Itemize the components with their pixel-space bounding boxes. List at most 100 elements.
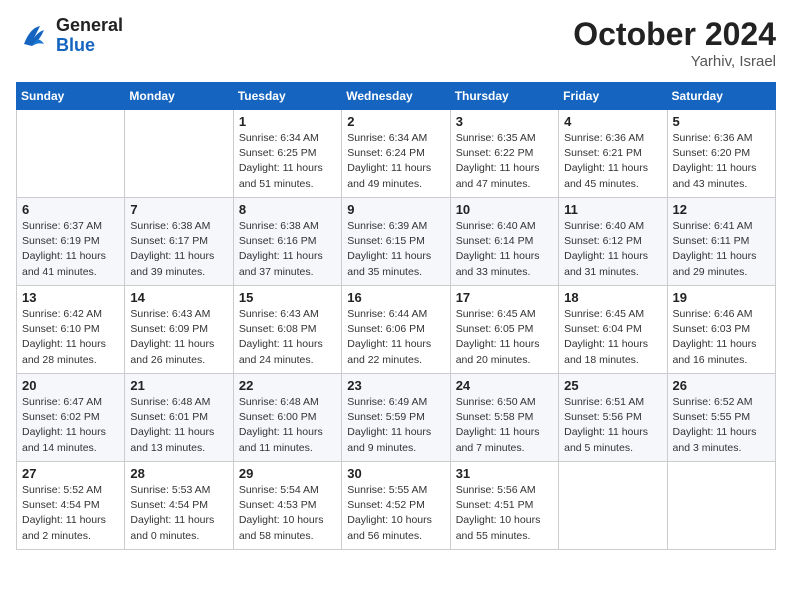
day-number: 4 [564, 114, 661, 129]
month-title: October 2024 [573, 16, 776, 53]
calendar-cell: 9 Sunrise: 6:39 AM Sunset: 6:15 PM Daylig… [342, 198, 450, 286]
day-number: 12 [673, 202, 770, 217]
day-number: 6 [22, 202, 119, 217]
calendar-cell [17, 110, 125, 198]
calendar-cell: 26 Sunrise: 6:52 AM Sunset: 5:55 PM Dayli… [667, 374, 775, 462]
day-number: 28 [130, 466, 227, 481]
day-detail: Sunrise: 6:36 AM Sunset: 6:21 PM Dayligh… [564, 131, 661, 192]
day-detail: Sunrise: 5:56 AM Sunset: 4:51 PM Dayligh… [456, 483, 553, 544]
day-detail: Sunrise: 6:38 AM Sunset: 6:16 PM Dayligh… [239, 219, 336, 280]
calendar-cell: 13Sunrise: 6:42 AM Sunset: 6:10 PM Dayli… [17, 286, 125, 374]
day-detail: Sunrise: 6:52 AM Sunset: 5:55 PM Dayligh… [673, 395, 770, 456]
day-number: 24 [456, 378, 553, 393]
day-detail: Sunrise: 6:38 AM Sunset: 6:17 PM Dayligh… [130, 219, 227, 280]
day-detail: Sunrise: 6:37 AM Sunset: 6:19 PM Dayligh… [22, 219, 119, 280]
day-detail: Sunrise: 5:53 AM Sunset: 4:54 PM Dayligh… [130, 483, 227, 544]
calendar-cell: 22 Sunrise: 6:48 AM Sunset: 6:00 PM Dayli… [233, 374, 341, 462]
day-number: 17 [456, 290, 553, 305]
calendar-cell: 29 Sunrise: 5:54 AM Sunset: 4:53 PM Dayli… [233, 462, 341, 550]
calendar-cell: 20Sunrise: 6:47 AM Sunset: 6:02 PM Dayli… [17, 374, 125, 462]
day-detail: Sunrise: 6:44 AM Sunset: 6:06 PM Dayligh… [347, 307, 444, 368]
calendar-cell: 4 Sunrise: 6:36 AM Sunset: 6:21 PM Daylig… [559, 110, 667, 198]
day-number: 18 [564, 290, 661, 305]
day-number: 11 [564, 202, 661, 217]
day-detail: Sunrise: 6:43 AM Sunset: 6:09 PM Dayligh… [130, 307, 227, 368]
logo: General Blue [16, 16, 123, 56]
day-header-row: SundayMondayTuesdayWednesdayThursdayFrid… [17, 83, 776, 110]
calendar-table: SundayMondayTuesdayWednesdayThursdayFrid… [16, 82, 776, 550]
day-number: 2 [347, 114, 444, 129]
calendar-week-row: 6 Sunrise: 6:37 AM Sunset: 6:19 PM Daylig… [17, 198, 776, 286]
calendar-cell: 8Sunrise: 6:38 AM Sunset: 6:16 PM Daylig… [233, 198, 341, 286]
day-number: 22 [239, 378, 336, 393]
day-detail: Sunrise: 6:40 AM Sunset: 6:14 PM Dayligh… [456, 219, 553, 280]
day-detail: Sunrise: 6:40 AM Sunset: 6:12 PM Dayligh… [564, 219, 661, 280]
day-detail: Sunrise: 6:36 AM Sunset: 6:20 PM Dayligh… [673, 131, 770, 192]
calendar-cell: 2 Sunrise: 6:34 AM Sunset: 6:24 PM Daylig… [342, 110, 450, 198]
calendar-cell: 28 Sunrise: 5:53 AM Sunset: 4:54 PM Dayli… [125, 462, 233, 550]
day-detail: Sunrise: 5:55 AM Sunset: 4:52 PM Dayligh… [347, 483, 444, 544]
day-detail: Sunrise: 6:34 AM Sunset: 6:25 PM Dayligh… [239, 131, 336, 192]
calendar-cell: 12 Sunrise: 6:41 AM Sunset: 6:11 PM Dayli… [667, 198, 775, 286]
calendar-week-row: 20Sunrise: 6:47 AM Sunset: 6:02 PM Dayli… [17, 374, 776, 462]
day-number: 29 [239, 466, 336, 481]
calendar-cell: 31 Sunrise: 5:56 AM Sunset: 4:51 PM Dayli… [450, 462, 558, 550]
logo-general-text: General [56, 16, 123, 36]
title-block: October 2024 Yarhiv, Israel [573, 16, 776, 70]
day-detail: Sunrise: 6:43 AM Sunset: 6:08 PM Dayligh… [239, 307, 336, 368]
day-detail: Sunrise: 6:41 AM Sunset: 6:11 PM Dayligh… [673, 219, 770, 280]
day-number: 10 [456, 202, 553, 217]
calendar-cell: 14 Sunrise: 6:43 AM Sunset: 6:09 PM Dayli… [125, 286, 233, 374]
day-number: 25 [564, 378, 661, 393]
day-detail: Sunrise: 6:49 AM Sunset: 5:59 PM Dayligh… [347, 395, 444, 456]
day-detail: Sunrise: 5:52 AM Sunset: 4:54 PM Dayligh… [22, 483, 119, 544]
day-detail: Sunrise: 6:48 AM Sunset: 6:01 PM Dayligh… [130, 395, 227, 456]
day-number: 26 [673, 378, 770, 393]
day-detail: Sunrise: 5:54 AM Sunset: 4:53 PM Dayligh… [239, 483, 336, 544]
day-number: 16 [347, 290, 444, 305]
day-number: 1 [239, 114, 336, 129]
day-number: 30 [347, 466, 444, 481]
day-number: 21 [130, 378, 227, 393]
day-detail: Sunrise: 6:34 AM Sunset: 6:24 PM Dayligh… [347, 131, 444, 192]
calendar-cell: 17 Sunrise: 6:45 AM Sunset: 6:05 PM Dayli… [450, 286, 558, 374]
day-detail: Sunrise: 6:48 AM Sunset: 6:00 PM Dayligh… [239, 395, 336, 456]
calendar-cell: 21 Sunrise: 6:48 AM Sunset: 6:01 PM Dayli… [125, 374, 233, 462]
calendar-header: SundayMondayTuesdayWednesdayThursdayFrid… [17, 83, 776, 110]
calendar-cell: 24 Sunrise: 6:50 AM Sunset: 5:58 PM Dayli… [450, 374, 558, 462]
calendar-cell: 16 Sunrise: 6:44 AM Sunset: 6:06 PM Dayli… [342, 286, 450, 374]
day-header-thursday: Thursday [450, 83, 558, 110]
day-header-sunday: Sunday [17, 83, 125, 110]
day-number: 19 [673, 290, 770, 305]
calendar-cell: 25 Sunrise: 6:51 AM Sunset: 5:56 PM Dayli… [559, 374, 667, 462]
day-header-tuesday: Tuesday [233, 83, 341, 110]
calendar-cell [125, 110, 233, 198]
day-detail: Sunrise: 6:51 AM Sunset: 5:56 PM Dayligh… [564, 395, 661, 456]
day-number: 13 [22, 290, 119, 305]
calendar-cell: 10 Sunrise: 6:40 AM Sunset: 6:14 PM Dayli… [450, 198, 558, 286]
day-number: 27 [22, 466, 119, 481]
calendar-cell: 15Sunrise: 6:43 AM Sunset: 6:08 PM Dayli… [233, 286, 341, 374]
logo-blue-text: Blue [56, 36, 123, 56]
calendar-cell [667, 462, 775, 550]
day-detail: Sunrise: 6:35 AM Sunset: 6:22 PM Dayligh… [456, 131, 553, 192]
location-text: Yarhiv, Israel [573, 53, 776, 70]
day-number: 7 [130, 202, 227, 217]
day-number: 14 [130, 290, 227, 305]
day-header-monday: Monday [125, 83, 233, 110]
logo-text-block: General Blue [56, 16, 123, 56]
calendar-body: 1 Sunrise: 6:34 AM Sunset: 6:25 PM Daylig… [17, 110, 776, 550]
day-header-saturday: Saturday [667, 83, 775, 110]
day-detail: Sunrise: 6:47 AM Sunset: 6:02 PM Dayligh… [22, 395, 119, 456]
day-detail: Sunrise: 6:50 AM Sunset: 5:58 PM Dayligh… [456, 395, 553, 456]
day-detail: Sunrise: 6:45 AM Sunset: 6:05 PM Dayligh… [456, 307, 553, 368]
day-number: 9 [347, 202, 444, 217]
calendar-cell [559, 462, 667, 550]
day-header-friday: Friday [559, 83, 667, 110]
day-number: 3 [456, 114, 553, 129]
day-number: 31 [456, 466, 553, 481]
day-detail: Sunrise: 6:39 AM Sunset: 6:15 PM Dayligh… [347, 219, 444, 280]
calendar-cell: 27 Sunrise: 5:52 AM Sunset: 4:54 PM Dayli… [17, 462, 125, 550]
calendar-cell: 23Sunrise: 6:49 AM Sunset: 5:59 PM Dayli… [342, 374, 450, 462]
calendar-cell: 18Sunrise: 6:45 AM Sunset: 6:04 PM Dayli… [559, 286, 667, 374]
